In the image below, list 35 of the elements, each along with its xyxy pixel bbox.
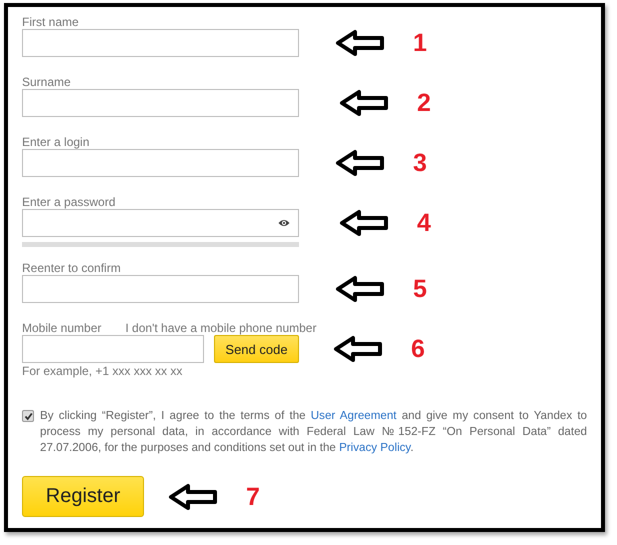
consent-checkbox[interactable] xyxy=(22,410,34,422)
phone-field[interactable] xyxy=(22,335,204,363)
step-number: 6 xyxy=(411,335,425,363)
text-field[interactable] xyxy=(22,149,299,177)
arrow-icon xyxy=(339,209,389,237)
register-button[interactable]: Register xyxy=(22,476,144,517)
text-field[interactable] xyxy=(22,89,299,117)
step-number: 3 xyxy=(413,149,427,177)
field-label: Mobile number xyxy=(22,321,102,335)
arrow-icon xyxy=(339,89,389,117)
eye-icon[interactable] xyxy=(278,219,290,227)
arrow-icon xyxy=(333,335,383,363)
arrow-icon xyxy=(335,275,385,303)
field-label: Enter a login xyxy=(22,135,90,149)
link[interactable]: User Agreement xyxy=(310,409,397,422)
link[interactable]: Privacy Policy xyxy=(339,441,410,454)
send-code-button[interactable]: Send code xyxy=(214,335,299,363)
arrow-icon xyxy=(168,482,218,510)
step-number: 5 xyxy=(413,275,427,303)
phone-hint: For example, +1 xxx xxx xx xx xyxy=(22,364,184,378)
step-number: 7 xyxy=(246,482,260,510)
field-label: Reenter to confirm xyxy=(22,261,122,275)
text-field[interactable] xyxy=(22,29,299,57)
field-label: First name xyxy=(22,15,80,29)
arrow-icon xyxy=(335,29,385,57)
arrow-icon xyxy=(335,149,385,177)
consent-text: By clicking “Register”, I agree to the terms of the User Agreement and give my consent to Yandex to process my personal data, in accordance with Federal Law №152-FZ “On Personal Data” dated 27.07.2006, for the purposes and conditions set out in the Privacy Policy. xyxy=(40,408,587,456)
field-label: Enter a password xyxy=(22,195,116,209)
field-label: Surname xyxy=(22,75,72,89)
password-field[interactable] xyxy=(22,209,299,237)
no-phone-link[interactable]: I don't have a mobile phone number xyxy=(125,321,316,335)
step-number: 4 xyxy=(417,209,431,237)
step-number: 1 xyxy=(413,29,427,57)
text-field[interactable] xyxy=(22,275,299,303)
step-number: 2 xyxy=(417,89,431,117)
